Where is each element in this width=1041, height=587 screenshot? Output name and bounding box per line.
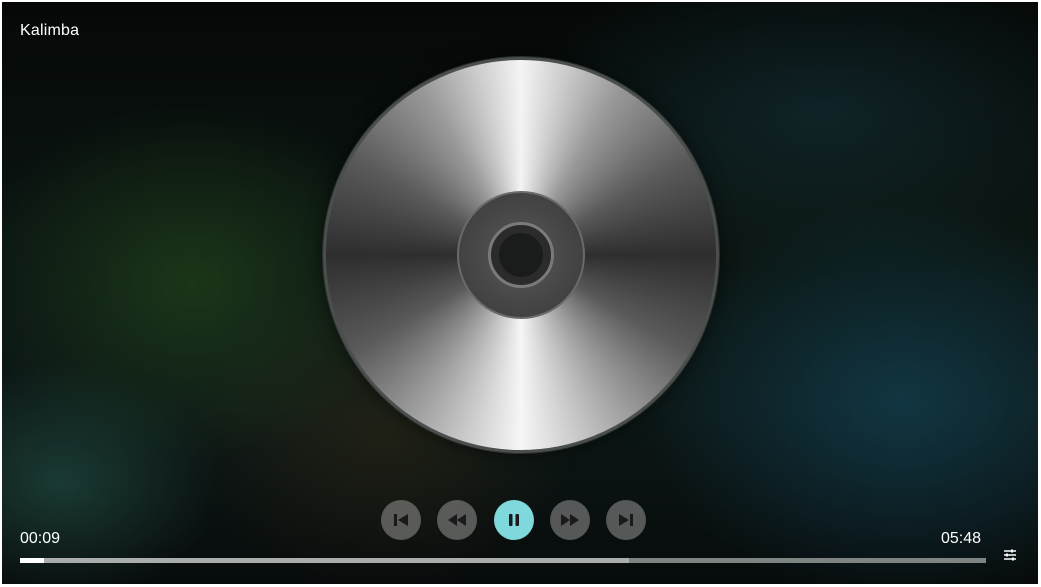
fast-forward-icon bbox=[561, 514, 579, 526]
progress-played bbox=[20, 558, 45, 563]
pause-icon bbox=[509, 514, 519, 526]
progress-bar[interactable] bbox=[20, 558, 986, 563]
track-title: Kalimba bbox=[20, 22, 80, 39]
disc-hub bbox=[457, 191, 585, 319]
skip-next-icon bbox=[619, 514, 633, 526]
media-player-window: Kalimba 00:09 05:48 bbox=[2, 2, 1038, 584]
progress-buffered bbox=[20, 558, 629, 563]
equalizer-settings-icon bbox=[1004, 549, 1016, 561]
skip-previous-icon bbox=[394, 514, 408, 526]
pause-button[interactable] bbox=[494, 500, 534, 540]
total-time: 05:48 bbox=[940, 530, 981, 547]
equalizer-settings-button[interactable] bbox=[1002, 547, 1018, 563]
rewind-icon bbox=[448, 514, 466, 526]
rewind-button[interactable] bbox=[437, 500, 477, 540]
skip-next-button[interactable] bbox=[606, 500, 646, 540]
current-time: 00:09 bbox=[20, 530, 61, 547]
disc-center-hole bbox=[499, 233, 543, 277]
skip-previous-button[interactable] bbox=[381, 500, 421, 540]
disc-inner-ring bbox=[488, 222, 554, 288]
fast-forward-button[interactable] bbox=[550, 500, 590, 540]
compact-disc-icon bbox=[323, 57, 719, 453]
playback-controls bbox=[381, 500, 647, 540]
